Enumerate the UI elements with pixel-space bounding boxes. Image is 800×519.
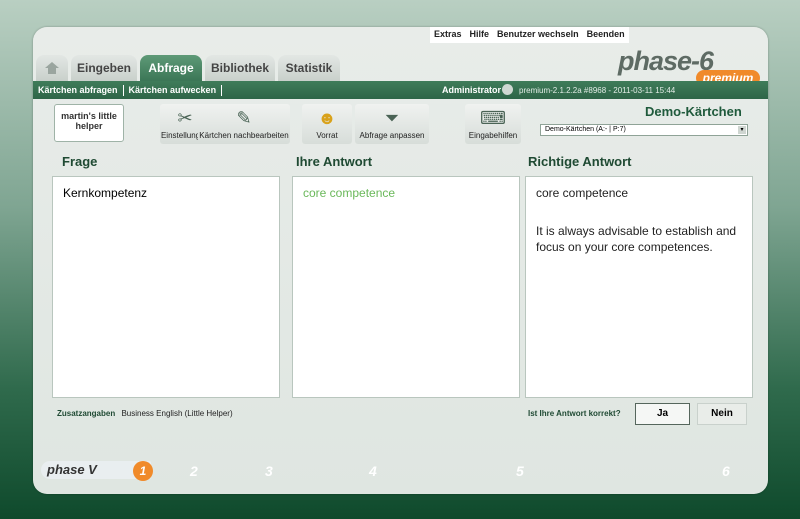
antwort-panel[interactable]: core competence — [292, 176, 520, 398]
link-kaertchen-abfragen[interactable]: Kärtchen abfragen — [33, 85, 123, 95]
no-button[interactable]: Nein — [697, 403, 747, 425]
deck-select-value: Demo-Kärtchen (A:- | P:7) — [545, 126, 626, 133]
phase-bar: phase V 1 2 3 4 5 6 — [0, 456, 800, 486]
phase-5[interactable]: 5 — [516, 463, 524, 479]
tab-home[interactable] — [36, 55, 68, 81]
phase-1[interactable]: 1 — [133, 461, 153, 481]
tab-statistik[interactable]: Statistik — [278, 55, 340, 81]
deck-select[interactable]: Demo-Kärtchen (A:- | P:7) ▾ — [540, 124, 748, 136]
chevron-down-icon: ▾ — [738, 126, 746, 134]
vorrat-button[interactable]: ☻ Vorrat — [302, 104, 352, 144]
col-frage-title: Frage — [62, 154, 98, 169]
divider — [221, 84, 223, 96]
deck-title: Demo-Kärtchen — [645, 104, 742, 119]
top-menu: Extras Hilfe Benutzer wechseln Beenden — [430, 27, 629, 43]
zusatzangaben: Zusatzangaben Business English (Little H… — [57, 409, 233, 418]
abfrage-anpassen-button[interactable]: ⏷ Abfrage anpassen — [355, 104, 429, 144]
abfrage-anpassen-label: Abfrage anpassen — [359, 131, 425, 140]
user-icon — [502, 84, 513, 95]
filter-icon: ⏷ — [384, 108, 400, 128]
zusatz-label: Zusatzangaben — [57, 409, 116, 418]
richtig-example: It is always advisable to establish and … — [536, 224, 737, 254]
eingabehilfen-label: Eingabehilfen — [468, 131, 518, 140]
menu-hilfe[interactable]: Hilfe — [466, 27, 494, 43]
sub-navigation: Kärtchen abfragen Kärtchen aufwecken Adm… — [33, 81, 768, 99]
frage-panel: Kernkompetenz — [52, 176, 280, 398]
home-icon — [45, 62, 59, 74]
antwort-text: core competence — [303, 186, 396, 200]
link-kaertchen-aufwecken[interactable]: Kärtchen aufwecken — [124, 85, 222, 95]
phase-2[interactable]: 2 — [190, 463, 198, 479]
version-info: premium-2.1.2.2a #8968 - 2011-03-11 15:4… — [519, 85, 676, 95]
menu-benutzer-wechseln[interactable]: Benutzer wechseln — [493, 27, 583, 43]
yes-button[interactable]: Ja — [635, 403, 690, 425]
correct-question: Ist Ihre Antwort korrekt? — [528, 409, 621, 418]
menu-beenden[interactable]: Beenden — [583, 27, 629, 43]
kaertchen-nachbearbeiten-button[interactable]: ✎ Kärtchen nachbearbeiten — [198, 104, 290, 144]
toolbar: martin's little helper ✂ Einstellungen ✎… — [40, 100, 762, 148]
vorrat-label: Vorrat — [316, 131, 338, 140]
frage-text: Kernkompetenz — [63, 186, 148, 200]
phase-3[interactable]: 3 — [265, 463, 273, 479]
richtig-panel: core competence It is always advisable t… — [525, 176, 753, 398]
main-tabs: Eingeben Abfrage Bibliothek Statistik — [36, 55, 340, 81]
col-richtig-title: Richtige Antwort — [528, 154, 632, 169]
edit-icon: ✎ — [236, 108, 252, 128]
sleeping-face-icon: ☻ — [317, 108, 337, 128]
col-antwort-title: Ihre Antwort — [296, 154, 373, 169]
current-user: Administrator — [442, 85, 502, 95]
eingabehilfen-button[interactable]: ⌨ Eingabehilfen — [465, 104, 521, 144]
tab-bibliothek[interactable]: Bibliothek — [205, 55, 275, 81]
menu-extras[interactable]: Extras — [430, 27, 466, 43]
nachbearbeiten-label: Kärtchen nachbearbeiten — [199, 131, 289, 140]
tab-abfrage[interactable]: Abfrage — [140, 55, 202, 81]
phase-6[interactable]: 6 — [722, 463, 730, 479]
richtig-answer: core competence — [536, 186, 629, 200]
little-helper-button[interactable]: martin's little helper — [54, 104, 124, 142]
keyboard-icon: ⌨ — [480, 108, 506, 128]
tab-eingeben[interactable]: Eingeben — [71, 55, 137, 81]
zusatz-value: Business English (Little Helper) — [121, 409, 233, 418]
phase-4[interactable]: 4 — [369, 463, 377, 479]
